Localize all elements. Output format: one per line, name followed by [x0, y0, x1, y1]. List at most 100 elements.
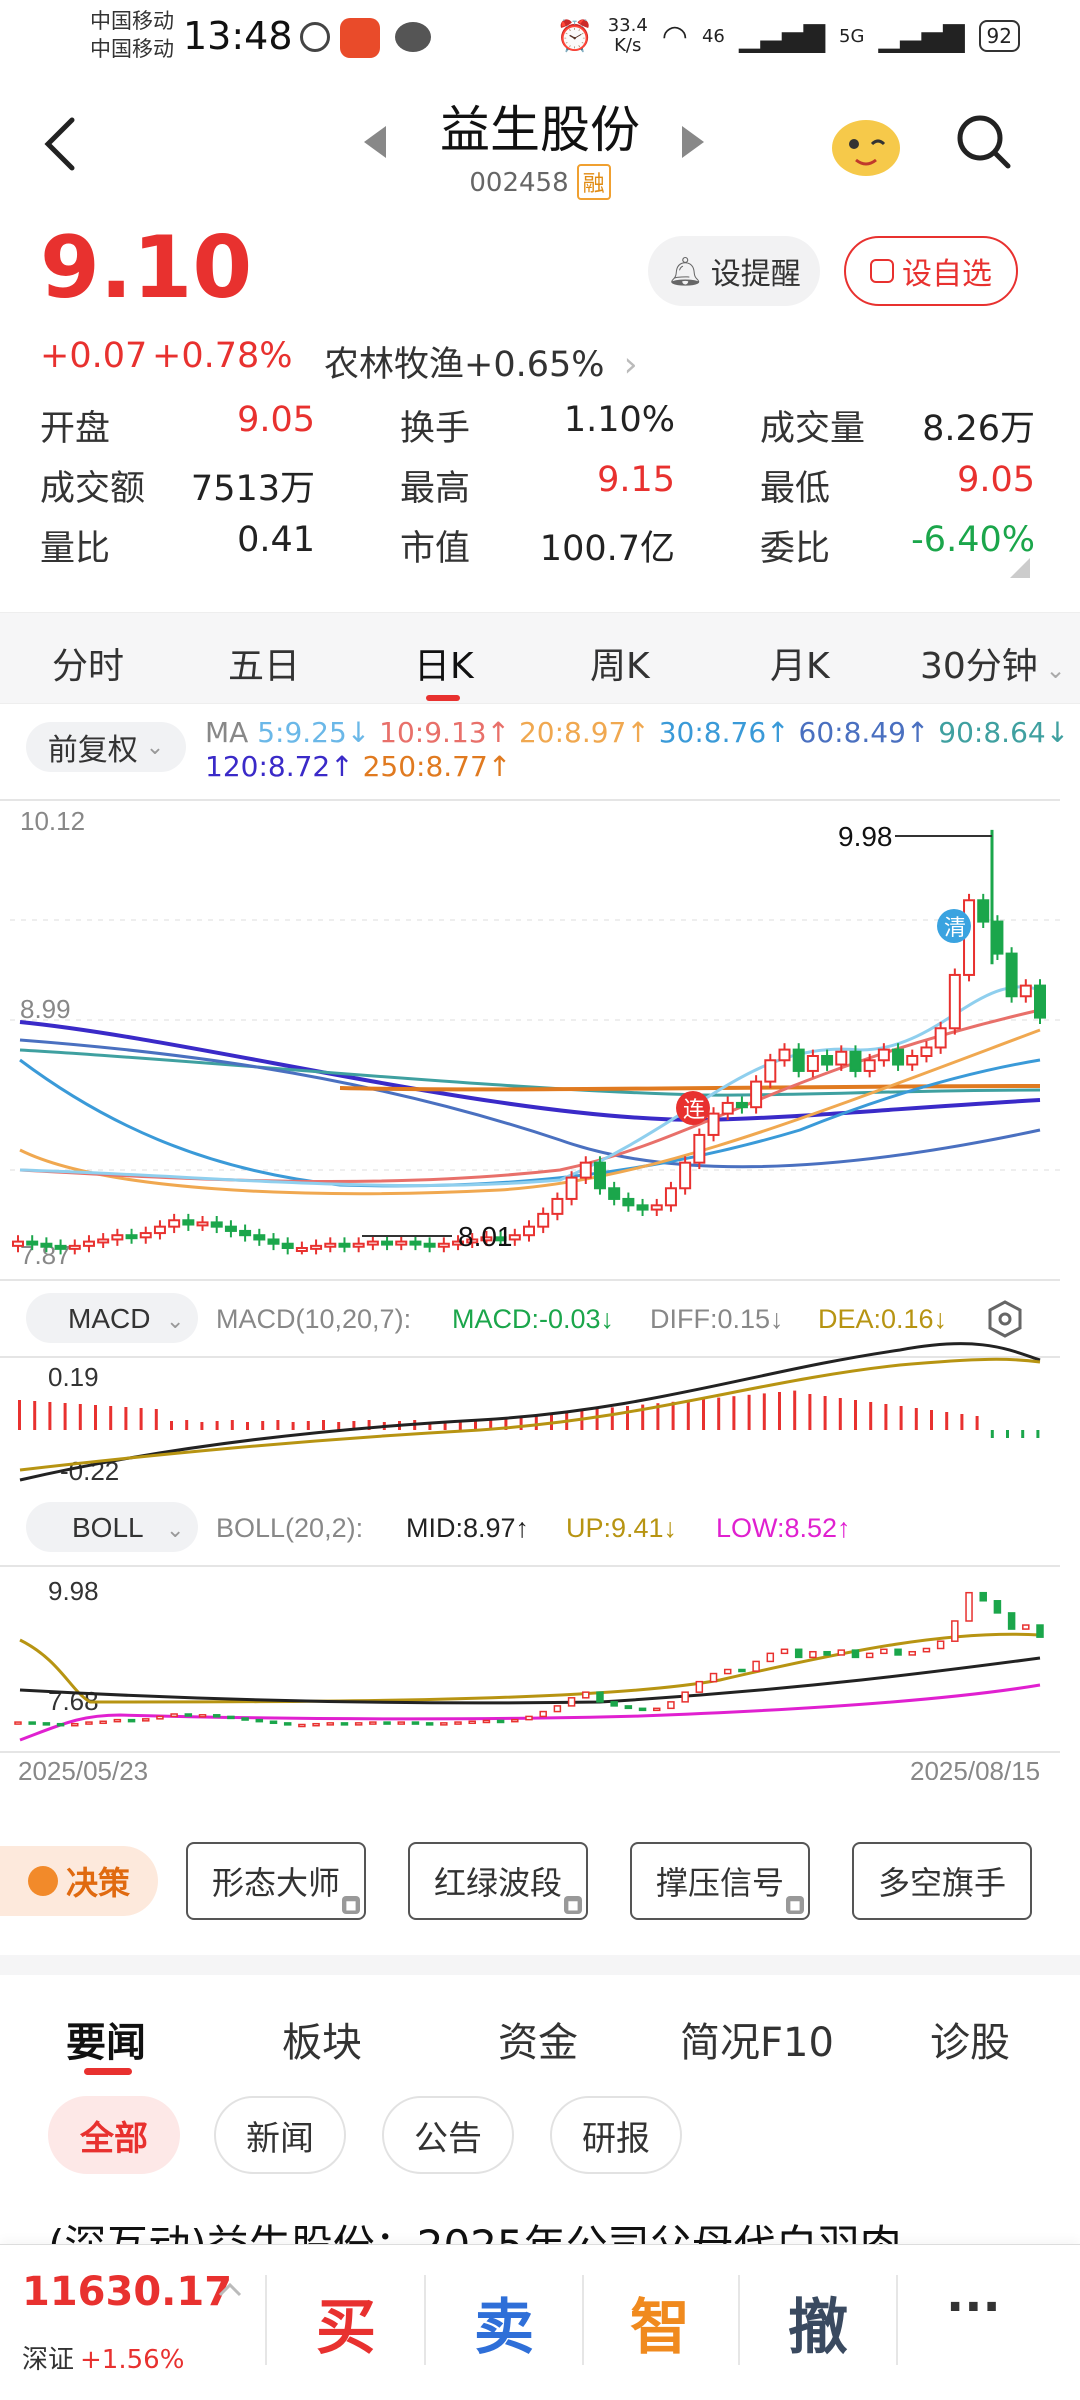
chat-icon	[395, 22, 431, 52]
filter-announcements[interactable]: 公告	[382, 2096, 514, 2174]
filter-all[interactable]: 全部	[48, 2096, 180, 2174]
metric-cell: 最高 9.15	[400, 460, 675, 511]
smart-button[interactable]: 智	[630, 2279, 690, 2366]
boll-candle	[369, 1721, 377, 1725]
metric-label: 开盘	[40, 408, 111, 449]
macd-bar	[732, 1396, 736, 1430]
next-stock-icon[interactable]	[680, 124, 706, 160]
badge-qing-label: 清	[944, 916, 966, 941]
cancel-order-button[interactable]: 撤	[788, 2279, 848, 2366]
tab-weekly-k[interactable]: 周K	[590, 637, 650, 689]
boll-candle	[42, 1722, 51, 1726]
boll-candle	[908, 1650, 916, 1656]
candle-body	[381, 1240, 394, 1246]
macd-bar	[990, 1430, 994, 1438]
metric-value: 7513万	[190, 468, 315, 509]
metric-value: 9.15	[597, 459, 675, 500]
tab-30min[interactable]: 30分钟 ⌄	[920, 637, 1066, 689]
sell-button[interactable]: 卖	[474, 2279, 534, 2366]
candle-body	[892, 1048, 905, 1066]
candle-body	[281, 1242, 294, 1250]
candle-body	[54, 1244, 67, 1250]
candle-body	[1005, 952, 1018, 998]
metric-label: 换手	[400, 408, 471, 449]
boll-candle	[496, 1719, 505, 1724]
candle-body	[650, 1204, 663, 1211]
macd-bar	[291, 1422, 295, 1430]
candle-body	[622, 1197, 635, 1207]
feature-pattern-master[interactable]: 形态大师 ■	[186, 1842, 366, 1920]
candle-body	[139, 1232, 152, 1239]
index-value[interactable]: 11630.17	[22, 2269, 232, 2315]
tab-daily-k[interactable]: 日K	[414, 637, 474, 689]
boll-candle	[894, 1648, 902, 1656]
macd-bar	[762, 1393, 766, 1430]
adjust-mode-select[interactable]: 前复权 ⌄	[26, 722, 186, 772]
metric-cell: 成交额 7513万	[40, 460, 315, 511]
macd-bar	[793, 1390, 797, 1430]
macd-bar	[139, 1408, 143, 1430]
metric-cell: 市值 100.7亿	[400, 520, 675, 571]
search-icon[interactable]	[954, 112, 1014, 172]
watchlist-icon	[870, 259, 894, 283]
set-alert-label: 设提醒	[710, 257, 801, 292]
mascot-icon[interactable]	[826, 102, 906, 182]
stock-code: 002458	[469, 168, 569, 198]
buy-button[interactable]: 买	[316, 2279, 376, 2366]
high-marker-label: 9.98	[838, 821, 893, 852]
boll-candle	[965, 1591, 973, 1622]
metric-cell: 委比 -6.40%	[760, 520, 1035, 571]
news-tab-funds[interactable]: 资金	[498, 2010, 578, 2068]
decision-badge[interactable]: 决策	[0, 1846, 158, 1916]
news-tab-diagnosis[interactable]: 诊股	[930, 2010, 1010, 2068]
tab-monthly-k[interactable]: 月K	[770, 637, 830, 689]
macd-bar	[306, 1421, 310, 1430]
sector-link[interactable]: 农林牧渔+0.65% ›	[324, 336, 638, 387]
candle-body	[750, 1080, 763, 1109]
news-tab-f10[interactable]: 简况F10	[680, 2010, 834, 2068]
filter-news[interactable]: 新闻	[214, 2096, 346, 2174]
candle-body	[593, 1161, 606, 1190]
metric-cell: 开盘 9.05	[40, 400, 315, 451]
filter-research[interactable]: 研报	[550, 2096, 682, 2174]
metric-cell: 成交量 8.26万	[760, 400, 1035, 451]
tab-intraday[interactable]: 分时	[52, 637, 124, 689]
metric-cell: 最低 9.05	[760, 460, 1035, 511]
settings-icon[interactable]	[988, 1300, 1022, 1338]
candle-body	[153, 1225, 166, 1235]
boll-candle	[525, 1715, 533, 1721]
boll-candle	[454, 1721, 462, 1725]
macd-bar	[838, 1398, 842, 1430]
set-alert-button[interactable]: 🔔︎ 设提醒	[648, 236, 820, 306]
more-button[interactable]: ···	[946, 2279, 1001, 2335]
boll-lower-line	[19, 1683, 1041, 1742]
boll-candle	[880, 1648, 888, 1655]
feature-support-resistance[interactable]: 撑压信号 ■	[630, 1842, 810, 1920]
chevron-down-icon: ⌄	[166, 1518, 184, 1543]
boll-low: LOW:8.52↑	[716, 1513, 851, 1543]
chevron-up-icon	[218, 2282, 242, 2297]
boll-up: UP:9.41↓	[566, 1513, 677, 1543]
date-start: 2025/05/23	[18, 1756, 148, 1780]
price-change: +0.07	[40, 336, 148, 376]
ma30-line	[19, 1058, 1041, 1188]
boll-candle	[312, 1722, 320, 1727]
metrics-row: 量比 0.41 市值 100.7亿 委比 -6.40%	[40, 515, 1040, 575]
add-watchlist-button[interactable]: 设自选	[844, 236, 1018, 306]
boll-candle	[582, 1691, 590, 1699]
candle-body	[934, 1027, 947, 1049]
battery-icon: 92	[978, 20, 1020, 52]
news-tab-sector[interactable]: 板块	[282, 2010, 362, 2068]
tab-30min-label: 30分钟	[920, 646, 1038, 687]
feature-bull-bear[interactable]: 多空旗手	[852, 1842, 1032, 1920]
collapse-corner-icon[interactable]	[1010, 558, 1030, 578]
news-tab-headlines[interactable]: 要闻	[66, 2010, 146, 2068]
feature-red-green-wave[interactable]: 红绿波段 ■	[408, 1842, 588, 1920]
macd-bar	[930, 1410, 933, 1430]
net-speed: 33.4	[607, 15, 648, 36]
boll-candle	[85, 1721, 93, 1725]
tab-five-day[interactable]: 五日	[228, 637, 300, 689]
candle-body	[792, 1048, 805, 1072]
candle-body	[537, 1212, 550, 1228]
kline-chart[interactable]: 10.12 8.99 7.87 9.98 8.01 清 连 MACD ⌄ MAC…	[0, 790, 1080, 1780]
